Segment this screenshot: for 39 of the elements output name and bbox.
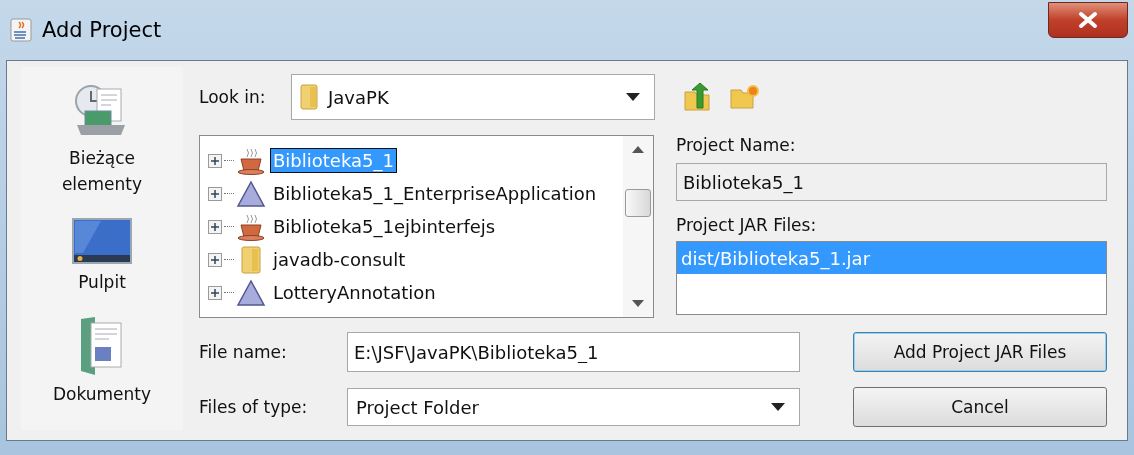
expand-icon[interactable] [208,186,222,201]
look-in-label: Look in: [199,87,267,107]
tree-item[interactable]: Biblioteka5_1ejbinterfejs [270,214,499,239]
expand-icon[interactable] [208,252,222,267]
jar-files-label: Project JAR Files: [676,215,818,235]
up-folder-icon[interactable] [683,82,711,112]
tree-item[interactable]: Biblioteka5_1_EnterpriseApplication [270,181,600,206]
scrollbar-thumb[interactable] [625,189,651,217]
window-title: Add Project [42,18,162,42]
triangle-icon [236,179,266,208]
desktop-icon[interactable] [71,217,133,265]
close-button[interactable] [1048,2,1128,38]
tree-item[interactable]: javadb-consult [270,247,409,272]
scroll-up-icon[interactable] [632,146,644,153]
coffee-cup-icon [236,146,266,175]
tree-item[interactable]: LotteryAnnotation [270,280,439,305]
place-label[interactable]: Pulpit [47,269,157,295]
triangle-icon [236,278,266,307]
add-jar-files-button[interactable]: Add Project JAR Files [853,332,1107,372]
project-name-label: Project Name: [676,135,797,155]
file-type-dropdown[interactable]: Project Folder [347,388,800,426]
file-name-label: File name: [199,342,288,362]
place-label[interactable]: Dokumenty [47,381,157,407]
close-icon[interactable] [1076,11,1100,29]
scroll-down-icon[interactable] [632,300,644,307]
cancel-button[interactable]: Cancel [853,387,1107,427]
dropdown-arrow-icon [771,403,785,411]
expand-icon[interactable] [208,153,222,168]
scrollbar[interactable] [623,136,653,317]
look-in-dropdown[interactable]: JavaPK [291,74,655,120]
dropdown-arrow-icon [626,93,640,101]
folder-icon [300,84,318,110]
project-name-field[interactable]: Biblioteka5_1 [676,163,1107,201]
place-label[interactable]: Bieżące elementy [47,145,157,197]
files-of-type-label: Files of type: [199,397,309,417]
expand-icon[interactable] [208,285,222,300]
file-name-field[interactable]: E:\JSF\JavaPK\Biblioteka5_1 [347,332,800,372]
expand-icon[interactable] [208,219,222,234]
coffee-cup-icon [236,212,266,241]
